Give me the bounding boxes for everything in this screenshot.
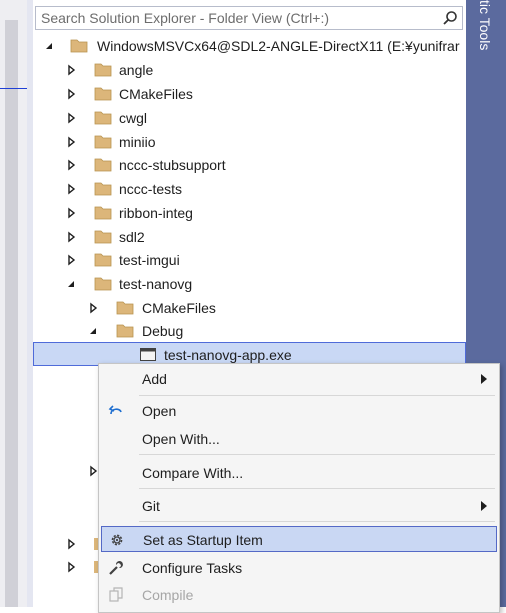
folder-icon	[94, 182, 112, 196]
tree-folder-label: ribbon-integ	[119, 205, 193, 221]
dock-tab-label[interactable]: tic Tools	[472, 0, 498, 110]
folder-icon	[94, 206, 112, 220]
menu-item-compile: Compile	[101, 582, 497, 608]
menu-item-label: Compare With...	[142, 465, 244, 481]
tree-file-label: test-nanovg-app.exe	[164, 347, 292, 363]
collapsed-arrow-icon[interactable]	[65, 112, 77, 124]
collapsed-arrow-icon[interactable]	[65, 136, 77, 148]
tree-folder-nanovg-cmakefiles[interactable]: CMakeFiles	[33, 296, 466, 320]
tree-root-node[interactable]: WindowsMSVCx64@SDL2-ANGLE-DirectX11 (E:¥…	[33, 34, 466, 58]
tree-folder-nccc-stubsupport[interactable]: nccc-stubsupport	[33, 153, 466, 177]
tree-folder-label: CMakeFiles	[142, 300, 216, 316]
tree-folder-ribbon-integ[interactable]: ribbon-integ	[33, 201, 466, 225]
folder-icon	[70, 39, 88, 53]
search-icon[interactable]	[442, 10, 458, 26]
folder-icon	[94, 111, 112, 125]
menu-item-open-with[interactable]: Open With...	[101, 426, 497, 452]
tree-root-label: WindowsMSVCx64@SDL2-ANGLE-DirectX11 (E:¥…	[97, 38, 460, 54]
left-editor-indicator	[0, 88, 27, 89]
tree-folder-test-imgui[interactable]: test-imgui	[33, 248, 466, 272]
submenu-arrow-icon	[481, 374, 487, 384]
folder-icon	[94, 87, 112, 101]
tree-folder-label: miniio	[119, 134, 156, 150]
folder-icon	[94, 277, 112, 291]
search-input[interactable]	[36, 7, 441, 29]
tree-folder-label: nccc-stubsupport	[119, 157, 226, 173]
menu-separator	[139, 521, 495, 522]
menu-item-configure-tasks[interactable]: Configure Tasks	[101, 555, 497, 581]
menu-item-open[interactable]: Open	[101, 398, 497, 424]
menu-separator	[139, 395, 495, 396]
collapsed-arrow-icon[interactable]	[65, 231, 77, 243]
menu-item-set-startup[interactable]: Set as Startup Item	[101, 526, 497, 552]
tree-folder-miniio[interactable]: miniio	[33, 130, 466, 154]
tree-folder-debug[interactable]: Debug	[33, 319, 466, 343]
menu-item-label: Compile	[142, 587, 194, 603]
gear-icon	[111, 534, 123, 546]
tree-folder-sdl2[interactable]: sdl2	[33, 225, 466, 249]
folder-icon	[116, 301, 134, 315]
tree-folder-nccc-tests[interactable]: nccc-tests	[33, 177, 466, 201]
folder-icon	[94, 63, 112, 77]
folder-icon	[94, 158, 112, 172]
menu-item-git[interactable]: Git	[101, 493, 497, 519]
folder-icon	[94, 253, 112, 267]
tree-folder-label: test-nanovg	[119, 276, 193, 292]
collapsed-arrow-icon[interactable]	[65, 561, 77, 573]
collapsed-arrow-icon[interactable]	[65, 254, 77, 266]
open-arrow-icon	[108, 405, 122, 415]
wrench-icon	[109, 561, 123, 575]
menu-separator	[139, 488, 495, 489]
tree-folder-label: CMakeFiles	[119, 86, 193, 102]
menu-item-compare-with[interactable]: Compare With...	[101, 460, 497, 486]
tree-folder-label: angle	[119, 62, 154, 78]
collapsed-arrow-icon[interactable]	[87, 302, 99, 314]
compile-icon	[109, 587, 123, 602]
expanded-arrow-icon[interactable]	[43, 40, 55, 52]
folder-icon	[94, 230, 112, 244]
menu-separator	[139, 454, 495, 455]
tree-folder-angle[interactable]: angle	[33, 58, 466, 82]
tree-folder-test-nanovg[interactable]: test-nanovg	[33, 272, 466, 296]
left-dock-strip	[0, 0, 33, 607]
menu-item-label: Add	[142, 371, 167, 387]
submenu-arrow-icon	[481, 501, 487, 511]
collapsed-arrow-icon[interactable]	[65, 159, 77, 171]
context-menu: Add Open Open With... Compare With... Gi…	[98, 363, 500, 613]
exe-file-icon	[140, 348, 156, 361]
tree-folder-label: nccc-tests	[119, 181, 183, 197]
menu-item-label: Open With...	[142, 431, 220, 447]
collapsed-arrow-icon[interactable]	[65, 183, 77, 195]
expanded-arrow-icon[interactable]	[87, 325, 99, 337]
menu-item-label: Configure Tasks	[142, 560, 243, 576]
folder-icon	[94, 135, 112, 149]
expanded-arrow-icon[interactable]	[65, 278, 77, 290]
tree-folder-label: cwgl	[119, 110, 148, 126]
left-scrollbar[interactable]	[5, 20, 18, 607]
collapsed-arrow-icon[interactable]	[65, 64, 77, 76]
tree-folder-cmakefiles[interactable]: CMakeFiles	[33, 82, 466, 106]
tree-folder-label: sdl2	[119, 229, 145, 245]
collapsed-arrow-icon[interactable]	[65, 88, 77, 100]
tree-folder-label: Debug	[142, 323, 184, 339]
tree-folder-cwgl[interactable]: cwgl	[33, 106, 466, 130]
collapsed-arrow-icon[interactable]	[65, 538, 77, 550]
folder-icon	[116, 324, 134, 338]
menu-item-label: Set as Startup Item	[143, 532, 263, 548]
menu-item-label: Open	[142, 403, 177, 419]
collapsed-arrow-icon[interactable]	[65, 207, 77, 219]
tree-folder-label: test-imgui	[119, 252, 180, 268]
menu-item-label: Git	[142, 498, 160, 514]
menu-item-add[interactable]: Add	[101, 366, 497, 392]
search-box[interactable]	[35, 6, 463, 30]
